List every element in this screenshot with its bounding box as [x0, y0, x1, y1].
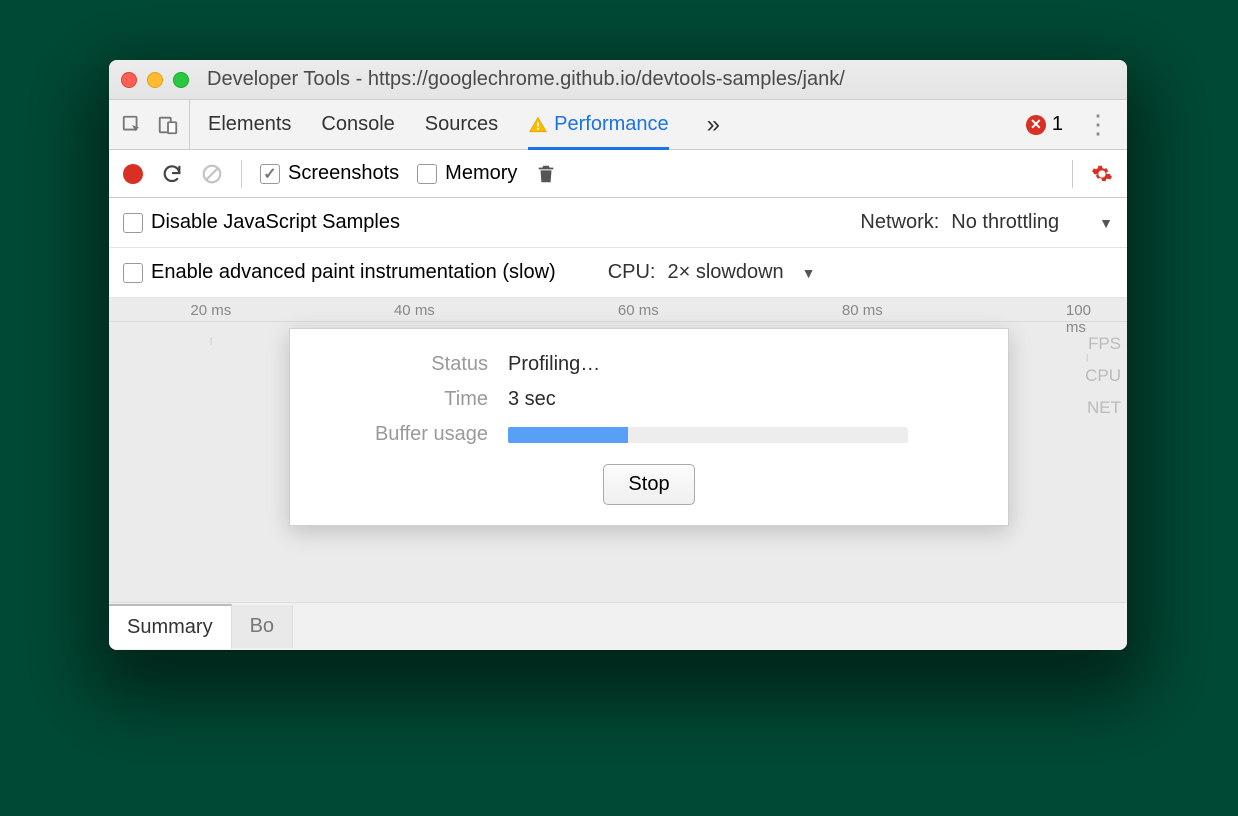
window-controls [121, 72, 189, 88]
checkbox-icon [260, 164, 280, 184]
chevron-down-icon: ▼ [1099, 215, 1113, 231]
screenshots-checkbox[interactable]: Screenshots [260, 162, 399, 185]
stop-button[interactable]: Stop [603, 464, 694, 505]
devtools-menu-button[interactable]: ⋮ [1081, 109, 1115, 140]
time-value: 3 sec [508, 388, 980, 411]
profiling-dialog: Status Profiling… Time 3 sec Buffer usag… [289, 328, 1009, 526]
tab-elements[interactable]: Elements [208, 100, 291, 149]
garbage-collect-button[interactable] [535, 162, 557, 186]
network-value: No throttling [951, 211, 1059, 234]
checkbox-icon [417, 164, 437, 184]
tab-performance[interactable]: Performance [528, 100, 669, 149]
status-label: Status [318, 353, 488, 376]
main-tabbar: Elements Console Sources Performance » ✕… [109, 100, 1127, 150]
record-button[interactable] [123, 164, 143, 184]
time-ruler: 20 ms 40 ms 60 ms 80 ms 100 ms [109, 298, 1127, 322]
tab-sources[interactable]: Sources [425, 100, 498, 149]
status-value: Profiling… [508, 353, 980, 376]
error-count: 1 [1052, 113, 1063, 136]
more-tabs-button[interactable]: » [699, 111, 728, 139]
lane-labels: FPS CPU NET [1085, 328, 1121, 424]
error-icon: ✕ [1026, 115, 1046, 135]
warning-icon [528, 115, 548, 135]
network-label: Network: [860, 211, 939, 234]
tab-sources-label: Sources [425, 113, 498, 136]
tab-console[interactable]: Console [321, 100, 394, 149]
buffer-progress-bar [508, 427, 628, 443]
details-tabbar: Summary Bo [109, 602, 1127, 650]
disable-js-samples-checkbox[interactable]: Disable JavaScript Samples [123, 211, 400, 234]
performance-toolbar: Screenshots Memory [109, 150, 1127, 198]
memory-label: Memory [445, 162, 517, 185]
paint-instr-label: Enable advanced paint instrumentation (s… [151, 261, 556, 284]
chevron-down-icon: ▼ [802, 265, 816, 281]
buffer-label: Buffer usage [318, 423, 488, 446]
cpu-throttle-select[interactable]: 2× slowdown ▼ [667, 261, 815, 284]
divider [241, 160, 242, 188]
checkbox-icon [123, 213, 143, 233]
ruler-tick: 40 ms [394, 302, 435, 319]
ruler-tick: 20 ms [190, 302, 231, 319]
error-count-badge[interactable]: ✕ 1 [1026, 113, 1063, 136]
clear-button[interactable] [201, 163, 223, 185]
timeline-area: 20 ms 40 ms 60 ms 80 ms 100 ms FPS CPU N… [109, 298, 1127, 650]
divider [1072, 160, 1073, 188]
memory-checkbox[interactable]: Memory [417, 162, 517, 185]
fps-lane-label: FPS [1085, 328, 1121, 360]
window-title: Developer Tools - https://googlechrome.g… [199, 68, 1115, 91]
net-lane-label: NET [1085, 392, 1121, 424]
inspect-element-icon[interactable] [121, 114, 143, 136]
screenshots-label: Screenshots [288, 162, 399, 185]
settings-row-2: Enable advanced paint instrumentation (s… [109, 248, 1127, 298]
tab-summary[interactable]: Summary [109, 604, 232, 649]
tab-summary-label: Summary [127, 616, 213, 638]
settings-row-1: Disable JavaScript Samples Network: No t… [109, 198, 1127, 248]
time-label: Time [318, 388, 488, 411]
capture-settings-button[interactable] [1091, 163, 1113, 185]
cpu-lane-label: CPU [1085, 360, 1121, 392]
checkbox-icon [123, 263, 143, 283]
cpu-label: CPU: [608, 261, 656, 284]
tab-bottom-up[interactable]: Bo [232, 605, 293, 648]
ruler-tick: 80 ms [842, 302, 883, 319]
minimize-window-button[interactable] [147, 72, 163, 88]
zoom-window-button[interactable] [173, 72, 189, 88]
tab-elements-label: Elements [208, 113, 291, 136]
buffer-progress [508, 427, 908, 443]
reload-button[interactable] [161, 163, 183, 185]
devtools-window: Developer Tools - https://googlechrome.g… [109, 60, 1127, 650]
tab-performance-label: Performance [554, 113, 669, 136]
cpu-value: 2× slowdown [667, 261, 783, 284]
disable-js-label: Disable JavaScript Samples [151, 211, 400, 234]
tab-console-label: Console [321, 113, 394, 136]
title-bar: Developer Tools - https://googlechrome.g… [109, 60, 1127, 100]
network-throttle-select[interactable]: No throttling ▼ [951, 211, 1113, 234]
toggle-device-toolbar-icon[interactable] [157, 114, 179, 136]
tab-bottom-up-label: Bo [250, 615, 274, 637]
close-window-button[interactable] [121, 72, 137, 88]
ruler-tick: 60 ms [618, 302, 659, 319]
paint-instrumentation-checkbox[interactable]: Enable advanced paint instrumentation (s… [123, 261, 556, 284]
